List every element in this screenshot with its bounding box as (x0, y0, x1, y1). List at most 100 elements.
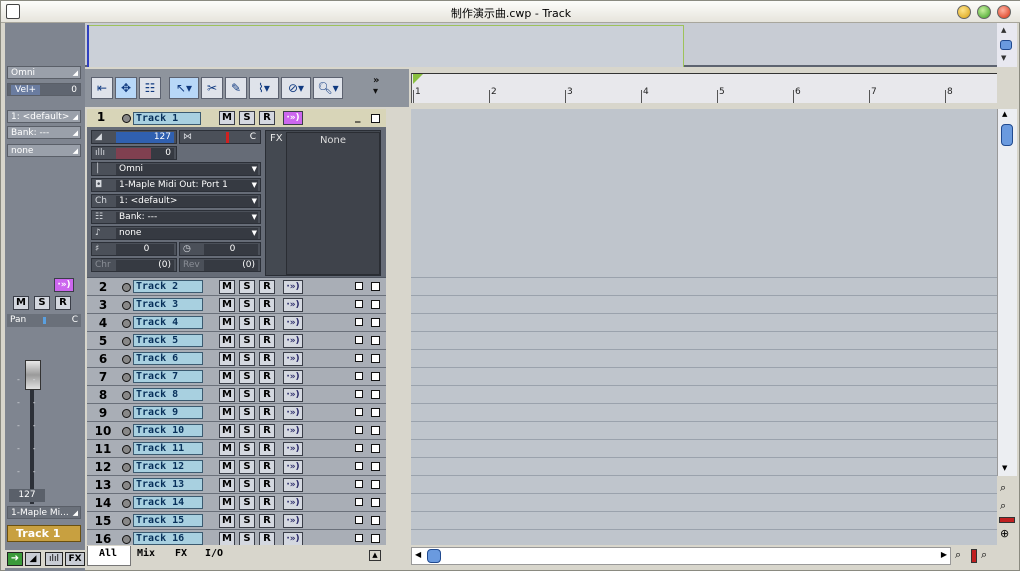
track-name-field[interactable]: Track 9 (133, 406, 203, 419)
track-name-field[interactable]: Track 15 (133, 514, 203, 527)
restore-track-icon[interactable] (355, 480, 363, 488)
zoom-out-icon[interactable]: ⌕ (1000, 499, 1006, 513)
solo-button[interactable]: S (239, 280, 255, 294)
vertical-scroll-thumb[interactable] (1001, 124, 1013, 146)
track-row[interactable]: 8 Track 8 M S R ·») (87, 386, 386, 404)
track-name-field[interactable]: Track 7 (133, 370, 203, 383)
split-tool-icon[interactable]: ✂ (201, 77, 223, 99)
mute-button[interactable]: M (219, 460, 235, 474)
track-name-field[interactable]: Track 13 (133, 478, 203, 491)
inspector-solo-button[interactable]: S (34, 296, 50, 310)
overview-view-range[interactable] (87, 25, 684, 67)
input-echo-button[interactable]: ·») (283, 406, 303, 420)
track-name-field[interactable]: Track 5 (133, 334, 203, 347)
solo-button[interactable]: S (239, 406, 255, 420)
record-arm-button[interactable]: R (259, 406, 275, 420)
track-layout-icon[interactable]: ☷ (139, 77, 161, 99)
track-row[interactable]: 7 Track 7 M S R ·») (87, 368, 386, 386)
maximize-track-icon[interactable] (371, 426, 380, 435)
record-arm-button[interactable]: R (259, 388, 275, 402)
restore-track-icon[interactable] (355, 534, 363, 542)
record-arm-button[interactable]: R (259, 316, 275, 330)
restore-track-icon[interactable] (355, 354, 363, 362)
tab-fx[interactable]: FX (175, 548, 187, 559)
restore-track-icon[interactable] (355, 300, 363, 308)
input-echo-button[interactable]: ·») (283, 388, 303, 402)
maximize-track-icon[interactable] (371, 114, 380, 123)
record-arm-button[interactable]: R (259, 460, 275, 474)
record-arm-button[interactable]: R (259, 370, 275, 384)
zoom-in-icon[interactable]: ⌕ (981, 548, 987, 562)
close-button[interactable] (997, 5, 1011, 19)
minimize-button[interactable] (957, 5, 971, 19)
record-arm-button[interactable]: R (259, 352, 275, 366)
solo-button[interactable]: S (239, 370, 255, 384)
track-name-field[interactable]: Track 14 (133, 496, 203, 509)
maximize-track-icon[interactable] (371, 534, 380, 543)
zoom-in-icon[interactable]: ⌕ (1000, 481, 1006, 495)
input-echo-button[interactable]: ·») (283, 280, 303, 294)
solo-button[interactable]: S (239, 496, 255, 510)
restore-track-icon[interactable] (355, 444, 363, 452)
maximize-button[interactable] (977, 5, 991, 19)
track-chorus-control[interactable]: Chr (0) (91, 258, 177, 272)
track-overview[interactable] (85, 23, 997, 67)
maximize-track-icon[interactable] (371, 444, 380, 453)
mute-button[interactable]: M (219, 514, 235, 528)
auto-scroll-icon[interactable]: ✥ (115, 77, 137, 99)
mute-button[interactable]: M (219, 370, 235, 384)
track-time-offset[interactable]: ◷ 0 (179, 242, 261, 256)
inspector-velocity-field[interactable]: Vel+ 0 (7, 83, 81, 96)
track-name-field[interactable]: Track 16 (133, 532, 203, 545)
collapse-icon[interactable]: ▲ (369, 550, 381, 561)
envelope-tool-icon[interactable]: ⌇▾ (249, 77, 279, 99)
maximize-track-icon[interactable] (371, 318, 380, 327)
track-input-select[interactable]: │ Omni ▼ (91, 162, 261, 176)
track-name-field[interactable]: Track 4 (133, 316, 203, 329)
restore-track-icon[interactable] (355, 336, 363, 344)
overview-scrollbar[interactable]: ▲ ▼ (997, 23, 1017, 67)
solo-button[interactable]: S (239, 442, 255, 456)
track-pan-control[interactable]: ⋈ C (179, 130, 261, 144)
mute-button[interactable]: M (219, 111, 235, 125)
restore-track-icon[interactable] (355, 318, 363, 326)
restore-track-icon[interactable] (355, 408, 363, 416)
track-row[interactable]: 2 Track 2 M S R ·») (87, 278, 386, 296)
solo-button[interactable]: S (239, 514, 255, 528)
solo-button[interactable]: S (239, 478, 255, 492)
input-echo-button[interactable]: ·») (283, 514, 303, 528)
mute-button[interactable]: M (219, 334, 235, 348)
restore-track-icon[interactable] (355, 462, 363, 470)
minimize-track-icon[interactable]: _ (355, 110, 361, 123)
maximize-track-icon[interactable] (371, 336, 380, 345)
record-arm-button[interactable]: R (259, 478, 275, 492)
input-echo-button[interactable]: ·») (283, 298, 303, 312)
track-row[interactable]: 11 Track 11 M S R ·») (87, 440, 386, 458)
mute-button[interactable]: M (219, 478, 235, 492)
solo-button[interactable]: S (239, 532, 255, 545)
track-name-field[interactable]: Track 10 (133, 424, 203, 437)
track-row[interactable]: 6 Track 6 M S R ·») (87, 350, 386, 368)
solo-button[interactable]: S (239, 352, 255, 366)
mute-button[interactable]: M (219, 352, 235, 366)
track-name-field[interactable]: Track 1 (133, 112, 201, 125)
input-echo-button[interactable]: ·») (283, 460, 303, 474)
inspector-rec-button[interactable]: R (55, 296, 71, 310)
track-row[interactable]: 3 Track 3 M S R ·») (87, 296, 386, 314)
track-row[interactable]: 4 Track 4 M S R ·») (87, 314, 386, 332)
track-row[interactable]: 15 Track 15 M S R ·») (87, 512, 386, 530)
input-echo-button[interactable]: ·») (283, 478, 303, 492)
scroll-thumb[interactable] (1000, 40, 1012, 50)
select-tool-icon[interactable]: ↖▾ (169, 77, 199, 99)
track-row[interactable]: 10 Track 10 M S R ·») (87, 422, 386, 440)
track-row[interactable]: 16 Track 16 M S R ·») (87, 530, 386, 545)
record-arm-button[interactable]: R (259, 280, 275, 294)
input-echo-button[interactable]: ·») (283, 316, 303, 330)
fx-icon[interactable]: FX (65, 552, 85, 566)
solo-button[interactable]: S (239, 316, 255, 330)
track-row[interactable]: 9 Track 9 M S R ·») (87, 404, 386, 422)
solo-button[interactable]: S (239, 111, 255, 125)
fx-bin[interactable]: FX None (265, 130, 381, 276)
track-name-field[interactable]: Track 6 (133, 352, 203, 365)
maximize-track-icon[interactable] (371, 408, 380, 417)
